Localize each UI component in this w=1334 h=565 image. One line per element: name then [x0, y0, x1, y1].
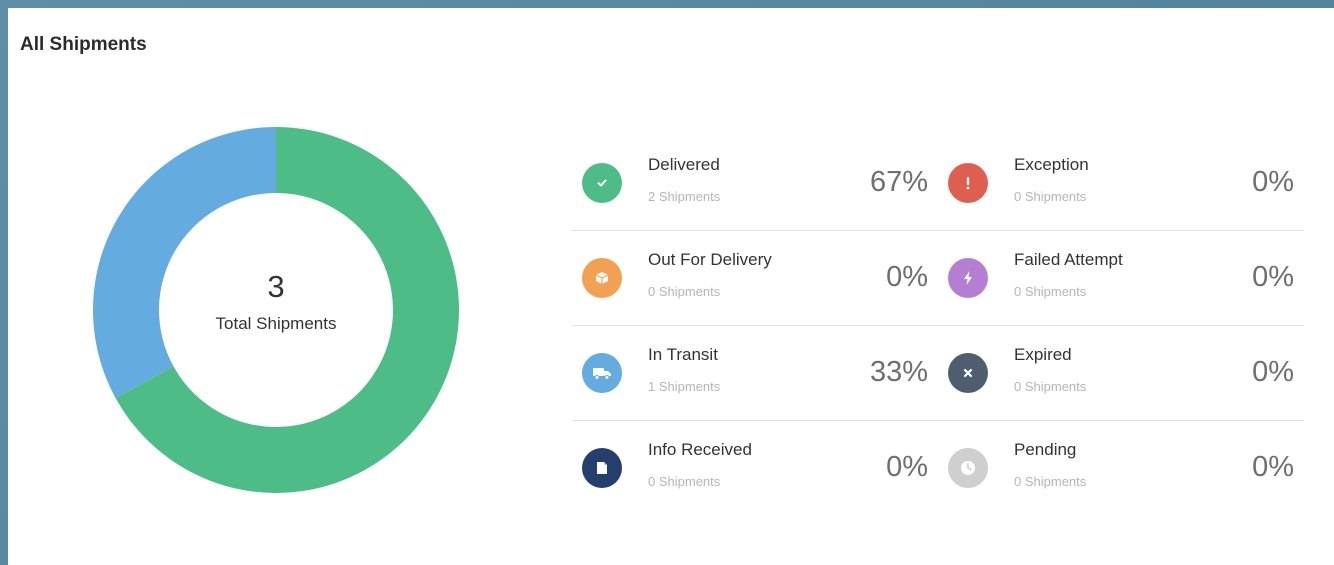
- status-in-transit[interactable]: In Transit 1 Shipments 33%: [572, 326, 938, 421]
- status-percent: 67%: [869, 166, 928, 198]
- status-percent: 0%: [1252, 166, 1294, 198]
- status-failed-attempt[interactable]: Failed Attempt 0 Shipments 0%: [938, 231, 1304, 326]
- status-legend: Delivered 2 Shipments 67% Exception 0 Sh…: [572, 136, 1304, 516]
- legend-row: Info Received 0 Shipments 0% Pending 0 S…: [572, 421, 1304, 516]
- status-name: Info Received: [648, 440, 752, 459]
- status-count: 0 Shipments: [648, 474, 721, 489]
- all-shipments-card: All Shipments 3 Total Shipments Delivere…: [8, 8, 1334, 565]
- exclamation-icon: [948, 163, 988, 203]
- donut-chart: 3 Total Shipments: [92, 126, 460, 494]
- package-icon: [582, 258, 622, 298]
- status-count: 0 Shipments: [648, 284, 721, 299]
- status-percent: 0%: [1252, 261, 1294, 293]
- donut-slice-in-transit: [93, 127, 277, 399]
- status-exception[interactable]: Exception 0 Shipments 0%: [938, 136, 1304, 231]
- legend-row: Delivered 2 Shipments 67% Exception 0 Sh…: [572, 136, 1304, 231]
- status-percent: 33%: [869, 356, 928, 388]
- status-name: Expired: [1014, 345, 1072, 364]
- status-name: Exception: [1014, 155, 1089, 174]
- status-percent: 0%: [886, 451, 928, 483]
- donut-chart-svg: [93, 127, 460, 493]
- status-percent: 0%: [886, 261, 928, 293]
- status-count: 0 Shipments: [1014, 379, 1087, 394]
- status-count: 1 Shipments: [648, 379, 721, 394]
- legend-row: Out For Delivery 0 Shipments 0% Failed A…: [572, 231, 1304, 326]
- clock-icon: [948, 448, 988, 488]
- status-delivered[interactable]: Delivered 2 Shipments 67%: [572, 136, 938, 231]
- status-expired[interactable]: Expired 0 Shipments 0%: [938, 326, 1304, 421]
- status-name: Pending: [1014, 440, 1077, 459]
- check-icon: [582, 163, 622, 203]
- status-count: 0 Shipments: [1014, 474, 1087, 489]
- lightning-icon: [948, 258, 988, 298]
- status-info-received[interactable]: Info Received 0 Shipments 0%: [572, 421, 938, 516]
- status-count: 0 Shipments: [1014, 189, 1087, 204]
- status-name: Delivered: [648, 155, 720, 174]
- truck-icon: [582, 353, 622, 393]
- status-pending[interactable]: Pending 0 Shipments 0%: [938, 421, 1304, 516]
- status-count: 2 Shipments: [648, 189, 721, 204]
- document-icon: [582, 448, 622, 488]
- status-name: Failed Attempt: [1014, 250, 1123, 269]
- status-percent: 0%: [1252, 356, 1294, 388]
- status-percent: 0%: [1252, 451, 1294, 483]
- legend-row: In Transit 1 Shipments 33% Expired 0 Shi…: [572, 326, 1304, 421]
- status-name: Out For Delivery: [648, 250, 772, 269]
- status-name: In Transit: [648, 345, 718, 364]
- x-icon: [948, 353, 988, 393]
- status-count: 0 Shipments: [1014, 284, 1087, 299]
- card-title: All Shipments: [20, 34, 147, 55]
- status-out-for-delivery[interactable]: Out For Delivery 0 Shipments 0%: [572, 231, 938, 326]
